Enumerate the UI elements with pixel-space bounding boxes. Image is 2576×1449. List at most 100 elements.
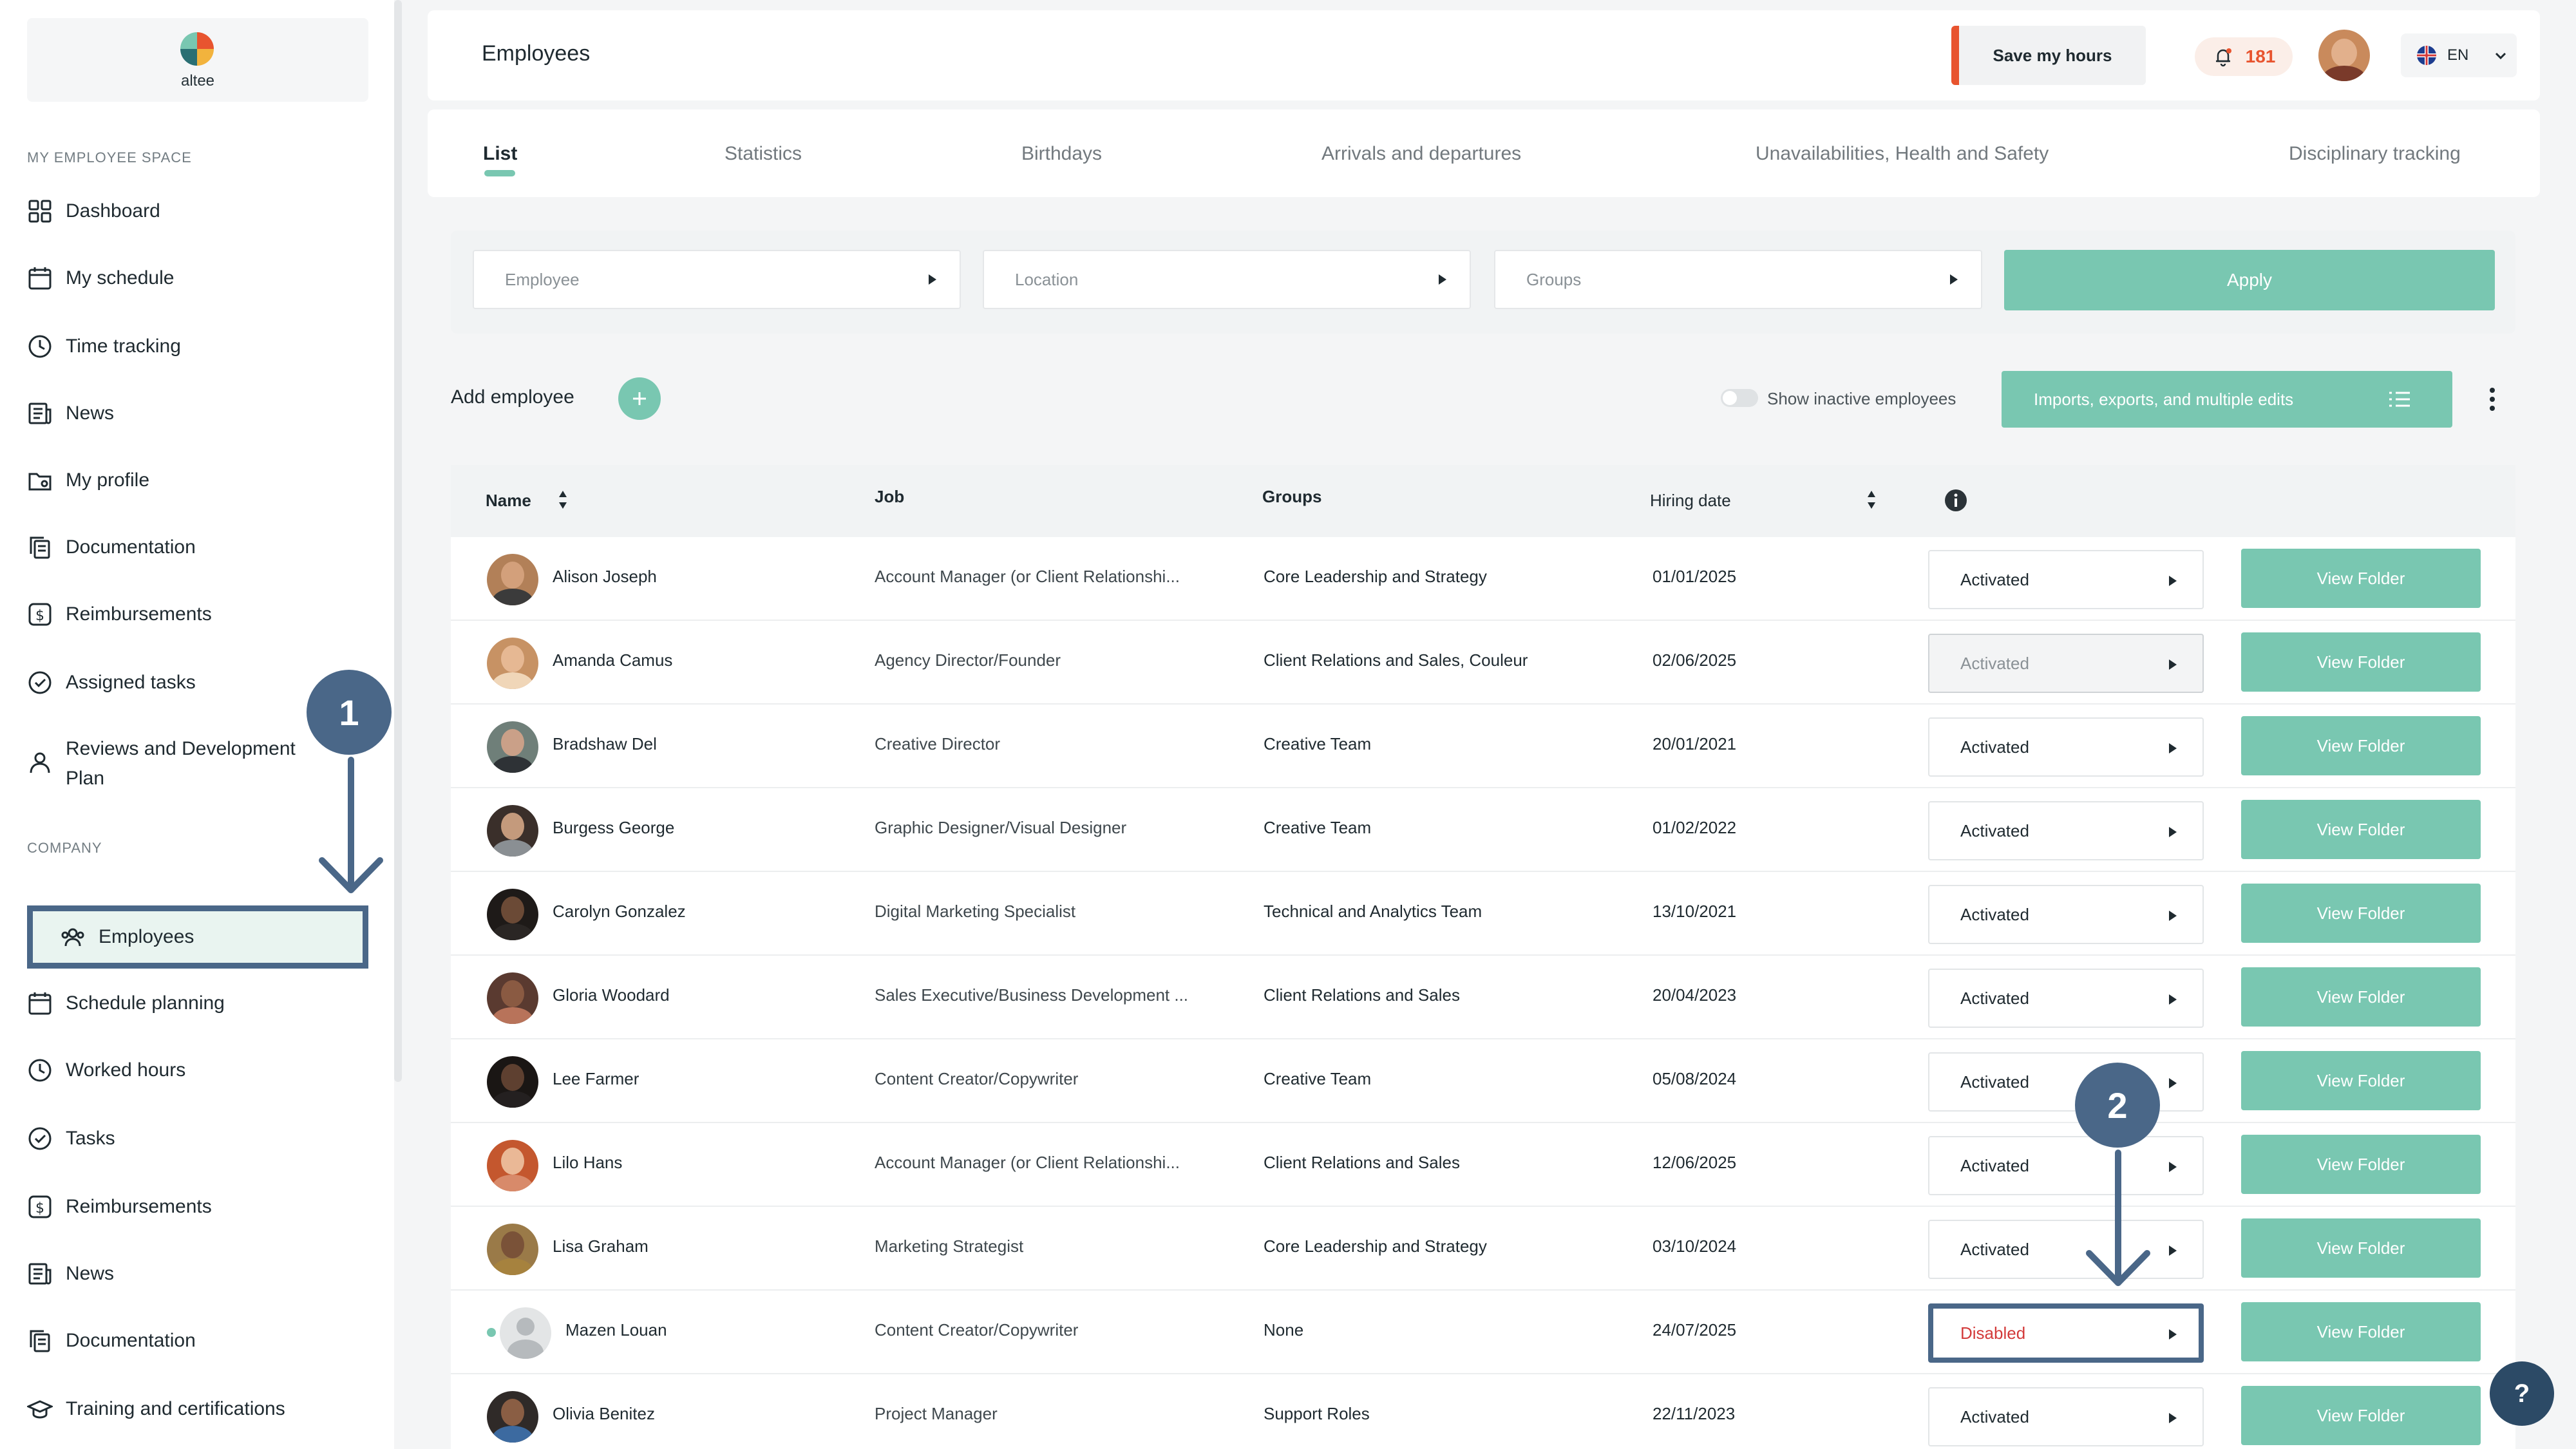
view-folder-button[interactable]: View Folder xyxy=(2241,1218,2481,1278)
svg-text:$: $ xyxy=(35,608,44,624)
avatar xyxy=(487,1224,538,1275)
status-select[interactable]: Disabled xyxy=(1928,1303,2204,1363)
sidebar-item-dashboard[interactable]: Dashboard xyxy=(27,198,368,224)
status-select[interactable]: Activated xyxy=(1928,634,2204,693)
sidebar-item-schedule-planning[interactable]: Schedule planning xyxy=(27,990,368,1016)
avatar xyxy=(487,1391,538,1443)
table-row: Lee Farmer Content Creator/Copywriter Cr… xyxy=(451,1039,2515,1123)
view-folder-label: View Folder xyxy=(2316,735,2405,755)
view-folder-button[interactable]: View Folder xyxy=(2241,716,2481,775)
sidebar-item-training[interactable]: Training and certifications xyxy=(27,1396,368,1422)
callout-2-arrow xyxy=(2086,1150,2150,1286)
tab-disciplinary[interactable]: Disciplinary tracking xyxy=(2289,143,2461,165)
help-button[interactable]: ? xyxy=(2490,1361,2554,1426)
status-select[interactable]: Activated xyxy=(1928,717,2204,777)
view-folder-button[interactable]: View Folder xyxy=(2241,800,2481,859)
location-filter-placeholder: Location xyxy=(1015,269,1079,289)
status-select[interactable]: Activated xyxy=(1928,550,2204,609)
folder-user-icon xyxy=(28,473,52,491)
sort-date-icon[interactable] xyxy=(1865,488,1878,511)
location-filter[interactable]: Location xyxy=(983,250,1471,309)
more-options-icon[interactable] xyxy=(2486,385,2499,413)
sidebar-item-company-reimbursements[interactable]: $ Reimbursements xyxy=(27,1194,368,1220)
view-folder-button[interactable]: View Folder xyxy=(2241,632,2481,692)
apply-button[interactable]: Apply xyxy=(2004,250,2495,310)
employee-name[interactable]: Lilo Hans xyxy=(553,1153,622,1173)
employee-groups: Core Leadership and Strategy xyxy=(1264,567,1487,586)
save-hours-button[interactable]: Save my hours xyxy=(1951,26,2146,85)
view-folder-button[interactable]: View Folder xyxy=(2241,884,2481,943)
employee-name[interactable]: Alison Joseph xyxy=(553,567,657,587)
status-select[interactable]: Activated xyxy=(1928,1052,2204,1112)
caret-right-icon xyxy=(2169,994,2177,1005)
sidebar-item-time-tracking[interactable]: Time tracking xyxy=(27,334,368,359)
sidebar-item-employees[interactable]: Employees xyxy=(27,905,368,969)
employee-name[interactable]: Gloria Woodard xyxy=(553,985,670,1005)
tab-unavailabilities[interactable]: Unavailabilities, Health and Safety xyxy=(1756,143,2049,165)
sidebar-scrollbar[interactable] xyxy=(394,0,402,1082)
info-icon[interactable] xyxy=(1944,488,1968,513)
sidebar-item-label: News xyxy=(66,1263,115,1284)
uk-flag-icon xyxy=(2417,46,2436,65)
employee-name[interactable]: Mazen Louan xyxy=(565,1320,667,1340)
tab-birthdays[interactable]: Birthdays xyxy=(1021,143,1102,165)
show-inactive-toggle[interactable] xyxy=(1721,389,1758,407)
status-select[interactable]: Activated xyxy=(1928,1387,2204,1446)
graduation-icon xyxy=(27,1400,53,1419)
imports-exports-button[interactable]: Imports, exports, and multiple edits xyxy=(2002,371,2452,428)
sidebar-item-label: My profile xyxy=(66,469,150,491)
employee-name[interactable]: Bradshaw Del xyxy=(553,734,657,754)
sort-name-icon[interactable] xyxy=(556,488,569,511)
view-folder-button[interactable]: View Folder xyxy=(2241,549,2481,608)
view-folder-button[interactable]: View Folder xyxy=(2241,1135,2481,1194)
employee-hiring-date: 03/10/2024 xyxy=(1653,1236,1737,1256)
callout-1-arrow xyxy=(319,757,383,893)
employee-name[interactable]: Amanda Camus xyxy=(553,650,672,670)
view-folder-button[interactable]: View Folder xyxy=(2241,1051,2481,1110)
caret-right-icon xyxy=(2169,911,2177,921)
add-employee-button[interactable] xyxy=(618,377,661,420)
view-folder-label: View Folder xyxy=(2316,1154,2405,1174)
view-folder-button[interactable]: View Folder xyxy=(2241,967,2481,1027)
tab-list[interactable]: List xyxy=(483,143,517,165)
status-select[interactable]: Activated xyxy=(1928,1220,2204,1279)
employee-name[interactable]: Olivia Benitez xyxy=(553,1404,655,1424)
sidebar-item-company-documentation[interactable]: Documentation xyxy=(27,1328,368,1354)
status-select[interactable]: Activated xyxy=(1928,1136,2204,1195)
sidebar-item-worked-hours[interactable]: Worked hours xyxy=(27,1057,368,1083)
sidebar-item-reimbursements[interactable]: $ Reimbursements xyxy=(27,601,368,627)
view-folder-label: View Folder xyxy=(2316,1321,2405,1341)
notifications-button[interactable]: 181 xyxy=(2195,37,2293,76)
sidebar-item-documentation[interactable]: Documentation xyxy=(27,535,368,560)
view-folder-button[interactable]: View Folder xyxy=(2241,1302,2481,1361)
status-select[interactable]: Activated xyxy=(1928,969,2204,1028)
status-select[interactable]: Activated xyxy=(1928,885,2204,944)
logo-text: altee xyxy=(180,72,215,90)
sidebar-item-company-news[interactable]: News xyxy=(27,1261,368,1287)
dollar-icon: $ xyxy=(28,1195,52,1218)
user-avatar[interactable] xyxy=(2318,30,2370,81)
employee-name[interactable]: Lisa Graham xyxy=(553,1236,649,1256)
sidebar-item-my-profile[interactable]: My profile xyxy=(27,468,368,493)
tab-arrivals-departures[interactable]: Arrivals and departures xyxy=(1321,143,1521,165)
employee-filter[interactable]: Employee xyxy=(473,250,961,309)
table-row: Lilo Hans Account Manager (or Client Rel… xyxy=(451,1123,2515,1207)
employee-hiring-date: 24/07/2025 xyxy=(1653,1320,1737,1340)
person-icon xyxy=(30,752,50,773)
news-icon xyxy=(28,1263,52,1285)
employee-name[interactable]: Lee Farmer xyxy=(553,1069,639,1089)
employee-name[interactable]: Carolyn Gonzalez xyxy=(553,902,686,922)
language-label: EN xyxy=(2447,46,2469,64)
avatar xyxy=(487,1056,538,1108)
sidebar-item-tasks[interactable]: Tasks xyxy=(27,1126,368,1151)
tab-statistics[interactable]: Statistics xyxy=(724,143,802,165)
groups-filter[interactable]: Groups xyxy=(1494,250,1982,309)
sidebar-item-news[interactable]: News xyxy=(27,401,368,426)
sidebar-item-label: Reviews and Development xyxy=(66,738,296,759)
view-folder-button[interactable]: View Folder xyxy=(2241,1386,2481,1445)
sidebar-item-my-schedule[interactable]: My schedule xyxy=(27,265,368,291)
employee-name[interactable]: Burgess George xyxy=(553,818,674,838)
logo[interactable]: altee xyxy=(27,18,368,102)
status-select[interactable]: Activated xyxy=(1928,801,2204,860)
language-selector[interactable]: EN xyxy=(2401,33,2517,77)
